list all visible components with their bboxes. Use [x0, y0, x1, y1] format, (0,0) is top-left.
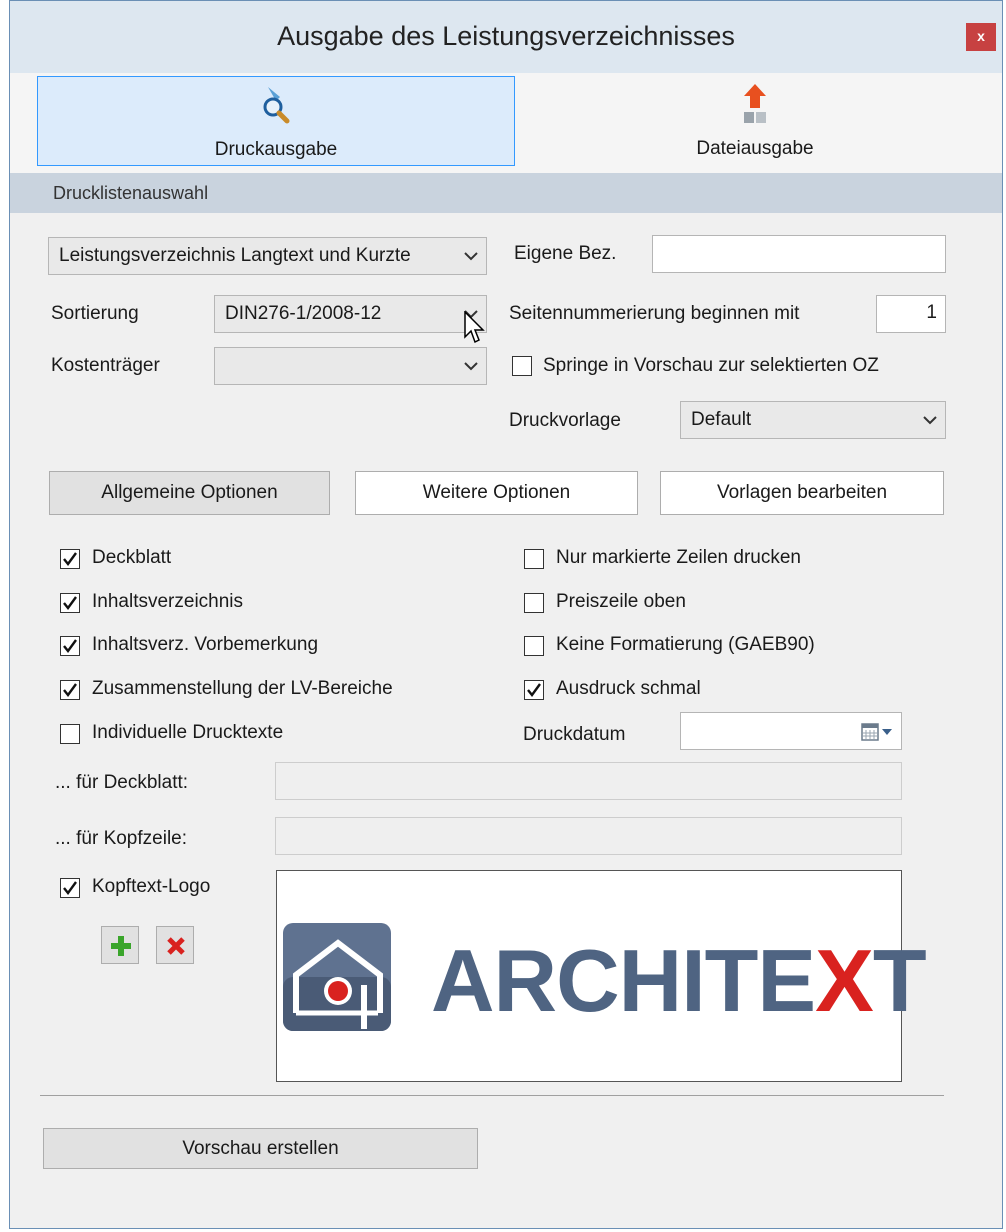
- toc-option-label: Inhaltsverzeichnis: [92, 591, 244, 612]
- mouse-cursor-icon: [464, 310, 488, 350]
- section-title: Drucklistenauswahl: [53, 183, 209, 203]
- template-label: Druckvorlage: [509, 410, 621, 431]
- mode-print-output[interactable]: Druckausgabe: [37, 76, 515, 166]
- cost-select[interactable]: [214, 347, 487, 385]
- summary-checkbox[interactable]: [60, 680, 80, 700]
- marked-rows-option-label: Nur markierte Zeilen drucken: [556, 547, 801, 568]
- cover-text-input[interactable]: [275, 762, 902, 800]
- calendar-dropdown-icon[interactable]: [861, 721, 893, 755]
- mode-print-label: Druckausgabe: [214, 139, 338, 160]
- tab-more-options[interactable]: Weitere Optionen: [355, 471, 638, 515]
- price-line-checkbox[interactable]: [524, 593, 544, 613]
- mode-file-output[interactable]: Dateiausgabe: [515, 76, 995, 166]
- title-bar: Ausgabe des Leistungsverzeichnisses x: [10, 1, 1002, 73]
- custom-texts-option-label: Individuelle Drucktexte: [92, 722, 284, 743]
- toc-checkbox[interactable]: [60, 593, 80, 613]
- print-date-input[interactable]: [680, 712, 902, 750]
- narrow-print-option-label: Ausdruck schmal: [556, 678, 701, 699]
- logo-text-end: T: [872, 931, 927, 1030]
- header-logo-label: Kopftext-Logo: [92, 876, 211, 897]
- plus-icon: [110, 935, 132, 963]
- cover-option-label: Deckblatt: [92, 547, 172, 568]
- close-button[interactable]: x: [966, 23, 996, 51]
- jump-checkbox[interactable]: [512, 356, 532, 376]
- print-date-label: Druckdatum: [523, 724, 626, 745]
- toc-prelim-checkbox[interactable]: [60, 636, 80, 656]
- no-format-checkbox[interactable]: [524, 636, 544, 656]
- chevron-down-icon: [462, 348, 480, 384]
- architext-logo-text: ARCHITEXT: [431, 931, 927, 1031]
- chevron-down-icon: [921, 402, 939, 438]
- cost-label: Kostenträger: [51, 355, 160, 376]
- header-logo-checkbox[interactable]: [60, 878, 80, 898]
- print-list-value: Leistungsverzeichnis Langtext und Kurzte: [59, 245, 411, 266]
- page-start-label: Seitennummerierung beginnen mit: [509, 303, 800, 324]
- page-start-input[interactable]: 1: [876, 295, 946, 333]
- logo-text-main: ARCHITE: [431, 931, 816, 1030]
- tab-edit-templates[interactable]: Vorlagen bearbeiten: [660, 471, 944, 515]
- cover-text-label: ... für Deckblatt:: [55, 772, 189, 793]
- create-preview-button[interactable]: Vorschau erstellen: [43, 1128, 478, 1169]
- separator-line: [40, 1095, 944, 1096]
- mode-file-label: Dateiausgabe: [696, 138, 814, 159]
- logo-preview: ARCHITEXT: [276, 870, 927, 1082]
- dialog-window: Ausgabe des Leistungsverzeichnisses x Dr…: [9, 0, 1003, 1229]
- sort-label: Sortierung: [51, 303, 139, 324]
- output-mode-bar: Druckausgabe Dateiausgabe: [10, 73, 1002, 173]
- marked-rows-checkbox[interactable]: [524, 549, 544, 569]
- header-text-label: ... für Kopfzeile:: [55, 828, 188, 849]
- template-select[interactable]: Default: [680, 401, 946, 439]
- delete-x-icon: [166, 936, 186, 962]
- sort-select[interactable]: DIN276-1/2008-12: [214, 295, 487, 333]
- toc-prelim-option-label: Inhaltsverz. Vorbemerkung: [92, 634, 319, 655]
- logo-text-accent: X: [815, 931, 874, 1030]
- template-value: Default: [691, 409, 752, 430]
- print-list-select[interactable]: Leistungsverzeichnis Langtext und Kurzte: [48, 237, 487, 275]
- narrow-print-checkbox[interactable]: [524, 680, 544, 700]
- file-export-icon: [733, 82, 777, 126]
- section-header: Drucklistenauswahl: [10, 173, 1002, 213]
- cover-checkbox[interactable]: [60, 549, 80, 569]
- add-logo-button[interactable]: [101, 926, 139, 964]
- no-format-option-label: Keine Formatierung (GAEB90): [556, 634, 815, 655]
- window-title: Ausgabe des Leistungsverzeichnisses: [277, 21, 735, 51]
- own-label-input[interactable]: [652, 235, 946, 273]
- magnifier-print-icon: [254, 83, 298, 127]
- remove-logo-button[interactable]: [156, 926, 194, 964]
- jump-label: Springe in Vorschau zur selektierten OZ: [543, 355, 879, 376]
- custom-texts-checkbox[interactable]: [60, 724, 80, 744]
- sort-value: DIN276-1/2008-12: [225, 303, 382, 324]
- price-line-option-label: Preiszeile oben: [556, 591, 686, 612]
- chevron-down-icon: [462, 238, 480, 274]
- architext-house-logo-icon: [282, 921, 392, 1038]
- tab-general-options[interactable]: Allgemeine Optionen: [49, 471, 330, 515]
- own-label: Eigene Bez.: [514, 243, 617, 264]
- summary-option-label: Zusammenstellung der LV-Bereiche: [92, 678, 393, 699]
- header-text-input[interactable]: [275, 817, 902, 855]
